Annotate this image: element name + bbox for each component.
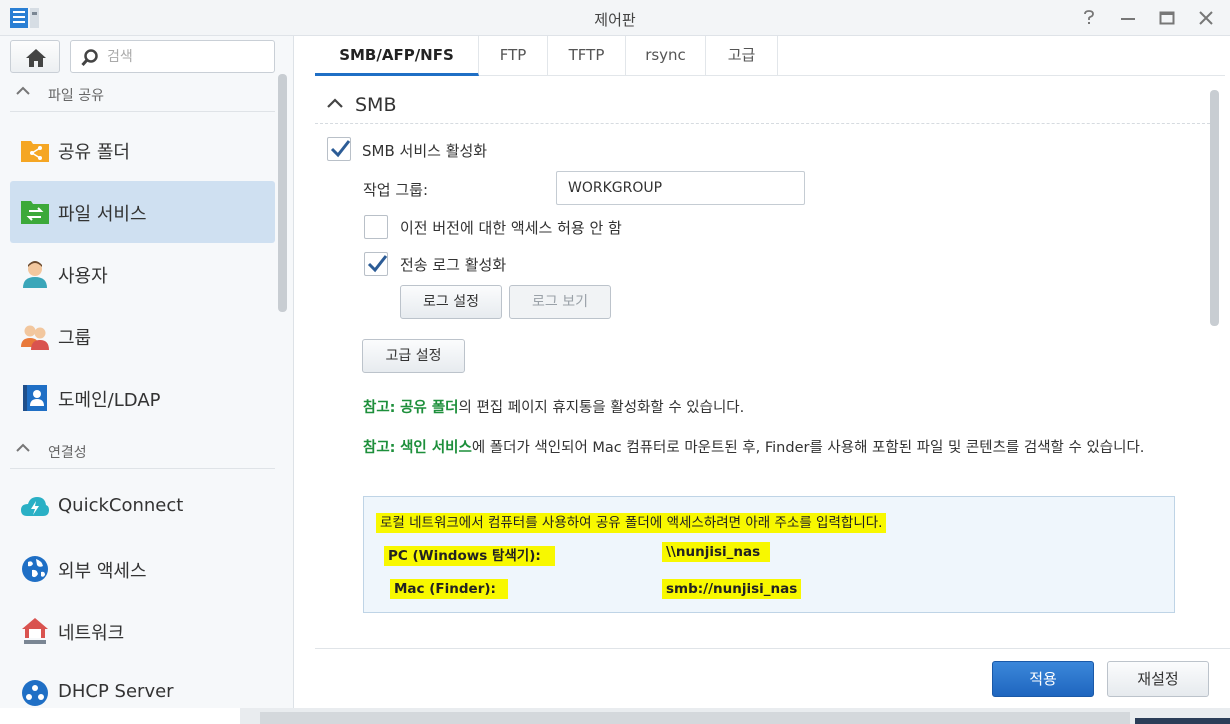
tab-smb-afp-nfs[interactable]: SMB/AFP/NFS <box>315 36 479 76</box>
sidebar-item-label: 도메인/LDAP <box>58 390 161 411</box>
help-button[interactable] <box>1079 8 1099 28</box>
sidebar-item-label: 공유 폴더 <box>58 142 130 163</box>
sidebar-item-label: QuickConnect <box>58 495 184 516</box>
transfer-log-label: 전송 로그 활성화 <box>400 256 507 274</box>
note-indexing-service: 참고: 색인 서비스에 폴더가 색인되어 Mac 컴퓨터로 마운트된 후, Fi… <box>363 440 1145 456</box>
prev-version-label: 이전 버전에 대한 액세스 허용 안 함 <box>400 219 622 237</box>
user-icon <box>23 261 47 288</box>
section-connectivity[interactable]: 연결성 <box>10 433 275 469</box>
maximize-icon <box>1159 11 1175 25</box>
tab-rsync[interactable]: rsync <box>626 36 706 76</box>
sidebar-item-domain-ldap[interactable]: 도메인/LDAP <box>10 367 275 429</box>
workgroup-label: 작업 그룹: <box>363 181 429 199</box>
pc-address-value: \\nunjisi_nas <box>662 542 771 562</box>
footer: 적용 재설정 <box>315 648 1230 708</box>
apply-button[interactable]: 적용 <box>992 661 1094 697</box>
tab-bar: SMB/AFP/NFS FTP TFTP rsync 고급 <box>315 36 1225 76</box>
window-title: 제어판 <box>594 11 636 29</box>
search-icon <box>81 49 98 67</box>
sidebar-item-label: DHCP Server <box>58 681 174 702</box>
sidebar: 파일 공유 공유 폴더 파일 서비스 사용자 그룹 <box>0 36 294 708</box>
domain-ldap-icon <box>23 385 47 411</box>
checkmark-icon <box>330 140 351 158</box>
home-icon <box>26 49 46 67</box>
home-button[interactable] <box>10 40 60 73</box>
sidebar-item-network[interactable]: 네트워크 <box>10 600 275 662</box>
prev-version-checkbox[interactable] <box>364 215 388 239</box>
tab-advanced[interactable]: 고급 <box>706 36 778 76</box>
title-bar: 제어판 <box>0 0 1230 36</box>
content-scrollbar[interactable] <box>1210 90 1219 326</box>
advanced-settings-button[interactable]: 고급 설정 <box>362 339 465 373</box>
search-input[interactable] <box>107 47 267 67</box>
info-intro: 로컬 네트워크에서 컴퓨터를 사용하여 공유 폴더에 액세스하려면 아래 주소를… <box>376 513 887 533</box>
file-services-icon <box>21 201 49 224</box>
checkmark-icon <box>367 255 388 273</box>
minimize-button[interactable] <box>1118 8 1138 28</box>
dhcp-server-icon <box>22 680 48 706</box>
transfer-log-checkbox[interactable] <box>364 252 388 276</box>
maximize-button[interactable] <box>1157 8 1177 28</box>
network-address-info: 로컬 네트워크에서 컴퓨터를 사용하여 공유 폴더에 액세스하려면 아래 주소를… <box>363 496 1175 613</box>
section-title: SMB <box>355 94 397 116</box>
smb-enable-label: SMB 서비스 활성화 <box>362 142 488 160</box>
sidebar-item-label: 네트워크 <box>58 623 125 644</box>
sidebar-item-quickconnect[interactable]: QuickConnect <box>10 476 275 538</box>
sidebar-item-label: 사용자 <box>58 266 108 287</box>
log-view-button[interactable]: 로그 보기 <box>509 285 611 319</box>
section-file-sharing[interactable]: 파일 공유 <box>10 76 275 112</box>
sidebar-item-label: 외부 액세스 <box>58 561 147 582</box>
log-settings-button[interactable]: 로그 설정 <box>400 285 502 319</box>
group-icon <box>21 325 49 350</box>
indexing-service-link[interactable]: 색인 서비스 <box>400 440 472 456</box>
workgroup-input[interactable]: WORKGROUP <box>556 171 805 205</box>
sidebar-scrollbar[interactable] <box>278 74 287 312</box>
shared-folder-link[interactable]: 공유 폴더 <box>400 400 458 416</box>
sidebar-item-file-services[interactable]: 파일 서비스 <box>10 181 275 243</box>
sidebar-item-label: 파일 서비스 <box>58 204 147 225</box>
settings-content: SMB SMB 서비스 활성화 작업 그룹: WORKGROUP 이전 버전에 … <box>315 86 1210 648</box>
close-button[interactable] <box>1196 8 1216 28</box>
shared-folder-icon <box>21 141 49 162</box>
sidebar-item-label: 그룹 <box>58 328 92 349</box>
help-icon <box>1084 10 1094 24</box>
sidebar-item-shared-folder[interactable]: 공유 폴더 <box>10 119 275 181</box>
sidebar-item-external-access[interactable]: 외부 액세스 <box>10 538 275 600</box>
network-icon <box>22 618 48 644</box>
chevron-up-icon <box>327 98 343 108</box>
smb-enable-checkbox[interactable] <box>327 137 351 161</box>
smb-section-header[interactable]: SMB <box>315 86 1210 124</box>
chevron-up-icon <box>16 86 30 95</box>
section-label: 파일 공유 <box>48 88 104 104</box>
pc-address-label: PC (Windows 탐색기): <box>384 546 555 566</box>
tab-tftp[interactable]: TFTP <box>548 36 626 76</box>
quickconnect-icon <box>21 497 49 516</box>
mac-address-label: Mac (Finder): <box>390 579 508 599</box>
search-box[interactable] <box>70 40 275 73</box>
mac-address-value: smb://nunjisi_nas <box>662 579 802 599</box>
minimize-icon <box>1121 18 1135 20</box>
sidebar-item-group[interactable]: 그룹 <box>10 305 275 367</box>
close-icon <box>1199 11 1213 25</box>
section-label: 연결성 <box>48 445 87 461</box>
external-access-icon <box>22 556 48 582</box>
note-shared-folder: 참고: 공유 폴더의 편집 페이지 휴지통을 활성화할 수 있습니다. <box>363 400 745 416</box>
reset-button[interactable]: 재설정 <box>1107 661 1209 697</box>
sidebar-item-dhcp-server[interactable]: DHCP Server <box>10 662 275 708</box>
tab-ftp[interactable]: FTP <box>479 36 548 76</box>
chevron-up-icon <box>16 443 30 452</box>
desktop-background <box>0 708 1230 724</box>
sidebar-item-user[interactable]: 사용자 <box>10 243 275 305</box>
